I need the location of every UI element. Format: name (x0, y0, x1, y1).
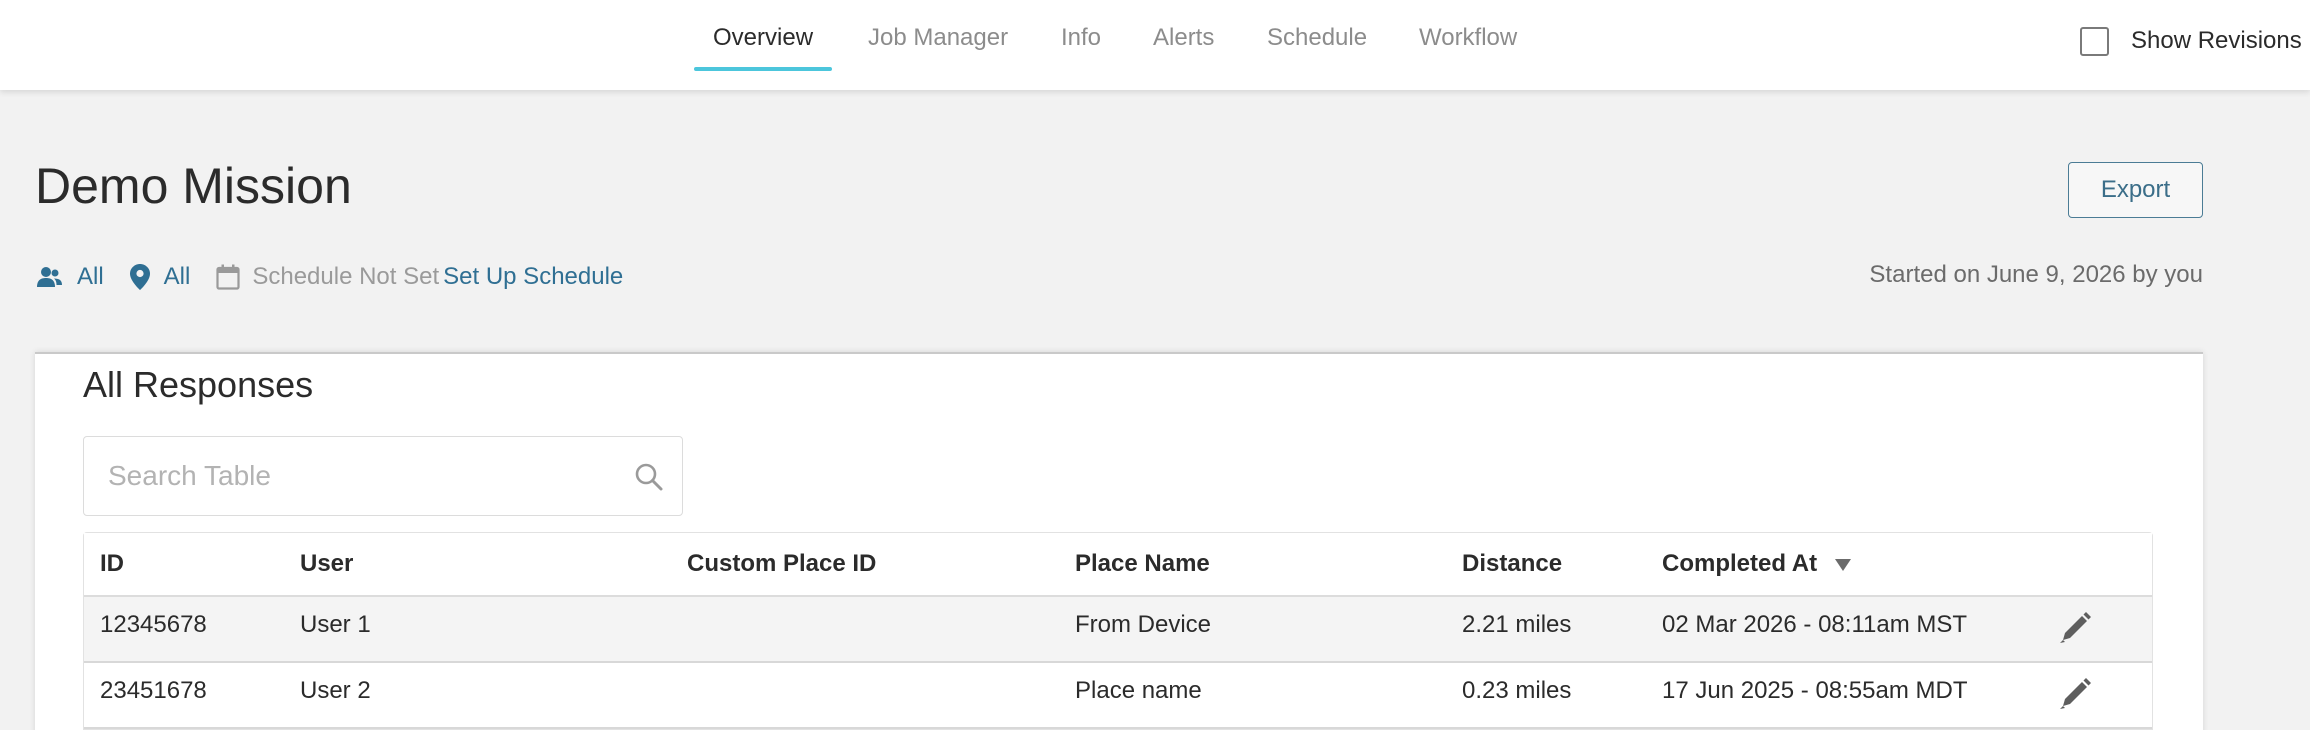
search-input[interactable] (108, 437, 628, 515)
column-header-id[interactable]: ID (100, 550, 124, 578)
cell-distance: 2.21 miles (1462, 611, 1572, 638)
responses-table: ID User Custom Place ID Place Name Dista… (83, 532, 2153, 730)
table-row[interactable]: 23451678 User 2 Place name 0.23 miles 17… (84, 663, 2152, 729)
tab-overview[interactable]: Overview (693, 24, 833, 72)
users-filter[interactable]: All (37, 263, 104, 291)
cell-distance: 0.23 miles (1462, 677, 1572, 704)
schedule-status: Schedule Not Set (252, 263, 440, 290)
places-filter[interactable]: All (129, 263, 191, 291)
cell-place-name: From Device (1075, 611, 1212, 638)
search-icon[interactable] (634, 462, 664, 497)
tab-alerts[interactable]: Alerts (1153, 24, 1214, 72)
cell-id: 23451678 (100, 677, 207, 704)
sort-desc-icon[interactable] (1834, 551, 1852, 579)
page-title: Demo Mission (35, 158, 352, 214)
map-pin-icon (129, 264, 150, 290)
responses-card: All Responses ID User Custom Place ID Pl… (35, 352, 2203, 730)
pencil-icon[interactable] (2056, 609, 2094, 652)
column-header-distance[interactable]: Distance (1462, 550, 1562, 578)
cell-user: User 2 (300, 677, 371, 704)
export-button[interactable]: Export (2068, 162, 2203, 218)
show-revisions-toggle[interactable]: Show Revisions (2080, 26, 2302, 56)
pencil-icon[interactable] (2056, 675, 2094, 718)
column-header-completed-at[interactable]: Completed At (1662, 550, 1852, 579)
column-header-user[interactable]: User (300, 550, 353, 578)
tab-schedule[interactable]: Schedule (1267, 24, 1367, 72)
cell-user: User 1 (300, 611, 371, 638)
places-filter-label: All (163, 263, 191, 290)
users-icon (37, 266, 63, 288)
started-info: Started on June 9, 2026 by you (1869, 261, 2203, 288)
column-header-custom-place-id[interactable]: Custom Place ID (687, 550, 876, 578)
tab-workflow[interactable]: Workflow (1419, 24, 1517, 72)
calendar-icon (216, 264, 240, 290)
cell-completed-at: 17 Jun 2025 - 08:55am MDT (1662, 677, 1968, 704)
column-header-completed-at-label: Completed At (1662, 550, 1818, 577)
search-box (83, 436, 683, 516)
set-up-schedule-link[interactable]: Set Up Schedule (443, 263, 623, 291)
table-header: ID User Custom Place ID Place Name Dista… (84, 533, 2152, 597)
show-revisions-label: Show Revisions (2131, 27, 2302, 54)
cell-id: 12345678 (100, 611, 207, 638)
tab-job-manager[interactable]: Job Manager (868, 24, 1008, 72)
top-nav: Overview Job Manager Info Alerts Schedul… (0, 0, 2310, 90)
table-row[interactable]: 12345678 User 1 From Device 2.21 miles 0… (84, 597, 2152, 663)
column-header-place-name[interactable]: Place Name (1075, 550, 1210, 578)
schedule-filter: Schedule Not Set (216, 263, 439, 291)
mission-filters: All All Schedule Not Set Set Up Schedule (37, 262, 623, 292)
responses-title: All Responses (83, 364, 314, 405)
tab-info[interactable]: Info (1061, 24, 1101, 72)
cell-completed-at: 02 Mar 2026 - 08:11am MST (1662, 611, 1968, 638)
cell-place-name: Place name (1075, 677, 1202, 704)
users-filter-label: All (77, 263, 104, 290)
show-revisions-checkbox[interactable] (2080, 26, 2109, 56)
